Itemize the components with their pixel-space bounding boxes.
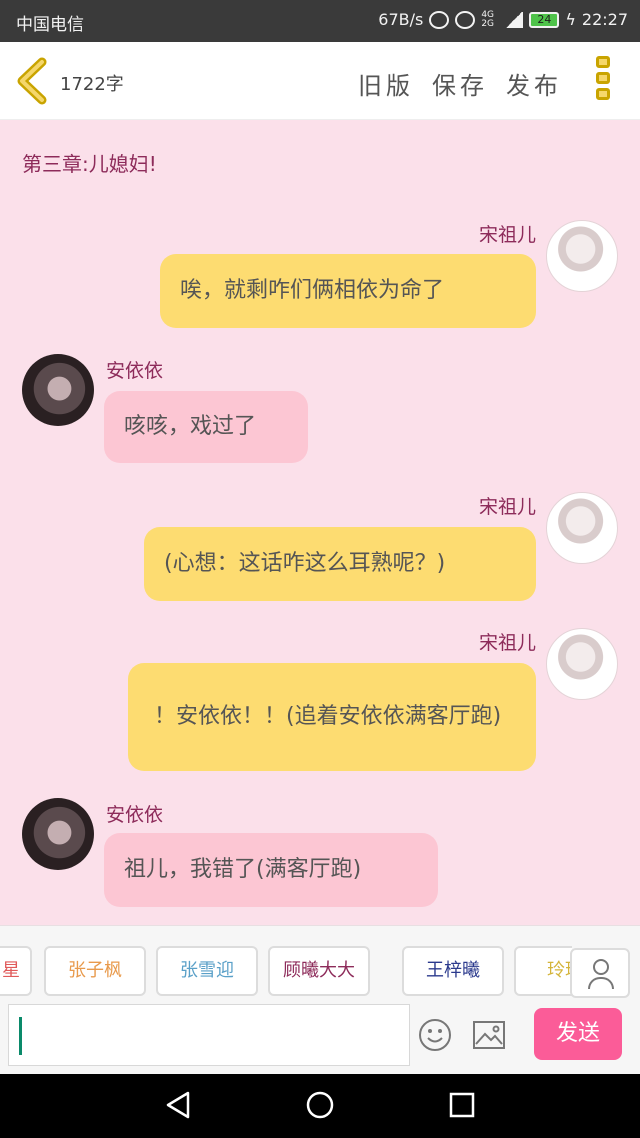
back-button[interactable] (14, 56, 54, 106)
message-input[interactable] (8, 1004, 410, 1066)
message-bubble[interactable]: 咳咳，戏过了 (104, 391, 308, 463)
character-name: 玲玲 (547, 960, 572, 981)
word-count: 1722字 (60, 74, 124, 95)
network-speed: 67B/s (378, 10, 424, 29)
battery-level: 24 (537, 12, 552, 26)
status-icons: 67B/s 4G 2G 24 ϟ 22:27 (378, 10, 628, 29)
image-icon[interactable] (472, 1020, 506, 1050)
avatar[interactable] (546, 220, 618, 292)
hotspot-icon (429, 10, 450, 29)
person-icon (593, 959, 609, 975)
avatar[interactable] (546, 628, 618, 700)
emoji-icon[interactable] (418, 1018, 452, 1052)
signal-icon (505, 11, 524, 28)
message-right[interactable]: 宋祖儿 ！安依依！！(追着安依依满客厅跑) (0, 624, 640, 774)
chevron-left-icon (17, 57, 47, 105)
character-chip[interactable]: 玲玲 (514, 946, 572, 996)
message-right[interactable]: 宋祖儿 (心想：这话咋这么耳熟呢？) (0, 488, 640, 606)
network-type: 4G 2G (481, 9, 495, 29)
character-chip[interactable]: 张雪迎 (156, 946, 258, 996)
system-nav-bar (0, 1074, 640, 1138)
save-button[interactable]: 保存 (432, 66, 488, 101)
message-left[interactable]: 安依依 祖儿，我错了(满客厅跑) (0, 796, 640, 912)
avatar[interactable] (22, 354, 94, 426)
speaker-name: 安依依 (106, 360, 164, 382)
avatar[interactable] (546, 492, 618, 564)
status-bar: 中国电信 67B/s 4G 2G 24 ϟ 22:27 (0, 0, 640, 42)
message-bubble[interactable]: (心想：这话咋这么耳熟呢？) (144, 527, 536, 601)
character-chip[interactable]: 顾曦大大 (268, 946, 370, 996)
avatar[interactable] (22, 798, 94, 870)
back-triangle-icon[interactable] (164, 1090, 192, 1120)
old-version-button[interactable]: 旧版 (358, 66, 414, 101)
character-name: 星 (2, 960, 20, 981)
menu-dot-icon (596, 88, 610, 100)
message-right[interactable]: 宋祖儿 唉，就剩咋们俩相依为命了 (0, 216, 640, 336)
speaker-name: 安依依 (106, 804, 164, 826)
publish-button[interactable]: 发布 (506, 66, 562, 101)
character-chip[interactable]: 张子枫 (44, 946, 146, 996)
speaker-name: 宋祖儿 (478, 496, 536, 518)
character-name: 顾曦大大 (283, 960, 355, 981)
composer: 星 张子枫 张雪迎 顾曦大大 王梓曦 玲玲 发送 (0, 925, 640, 1074)
send-button[interactable]: 发送 (534, 1008, 622, 1060)
speaker-name: 宋祖儿 (478, 224, 536, 246)
chat-area[interactable]: 第三章:儿媳妇! 宋祖儿 唉，就剩咋们俩相依为命了 安依依 咳咳，戏过了 宋祖儿… (0, 120, 640, 925)
character-manager-button[interactable] (570, 948, 630, 998)
message-bubble[interactable]: ！安依依！！(追着安依依满客厅跑) (128, 663, 536, 771)
recents-square-icon[interactable] (448, 1090, 476, 1120)
home-circle-icon[interactable] (305, 1090, 335, 1120)
character-chip[interactable]: 星 (0, 946, 32, 996)
menu-button[interactable] (596, 56, 614, 108)
battery-icon: 24 (529, 11, 560, 28)
carrier-label: 中国电信 (16, 15, 84, 35)
menu-dot-icon (596, 72, 610, 84)
text-caret (19, 1017, 22, 1055)
message-bubble[interactable]: 唉，就剩咋们俩相依为命了 (160, 254, 536, 328)
character-name: 张子枫 (68, 960, 122, 981)
clock: 22:27 (581, 10, 628, 29)
chapter-title: 第三章:儿媳妇! (22, 152, 157, 176)
character-name: 张雪迎 (180, 960, 234, 981)
alarm-icon (455, 10, 476, 29)
character-name: 王梓曦 (426, 960, 480, 981)
message-bubble[interactable]: 祖儿，我错了(满客厅跑) (104, 833, 438, 907)
editor-header: 1722字 旧版 保存 发布 (0, 42, 640, 120)
charging-icon: ϟ (565, 10, 576, 29)
menu-dot-icon (596, 56, 610, 68)
character-chips[interactable]: 星 张子枫 张雪迎 顾曦大大 王梓曦 玲玲 (0, 946, 572, 1000)
message-left[interactable]: 安依依 咳咳，戏过了 (0, 352, 640, 468)
person-icon-body (588, 977, 614, 989)
character-chip[interactable]: 王梓曦 (402, 946, 504, 996)
speaker-name: 宋祖儿 (478, 632, 536, 654)
